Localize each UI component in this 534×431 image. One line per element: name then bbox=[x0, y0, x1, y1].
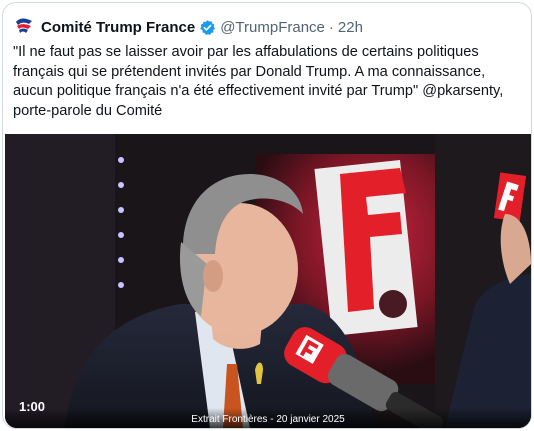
avatar-flag-icon[interactable] bbox=[13, 16, 35, 38]
video-duration: 1:00 bbox=[19, 399, 46, 414]
verified-badge-icon bbox=[199, 19, 216, 36]
video-player[interactable]: Extrait Frontières - 20 janvier 2025 1:0… bbox=[5, 134, 531, 428]
video-frame bbox=[5, 134, 531, 428]
author-handle[interactable]: @TrumpFrance bbox=[220, 19, 325, 36]
tweet-timestamp[interactable]: 22h bbox=[338, 19, 363, 36]
author-name[interactable]: Comité Trump France bbox=[41, 19, 195, 36]
separator-dot: · bbox=[328, 18, 334, 36]
tweet-text: "Il ne faut pas se laisser avoir par les… bbox=[13, 44, 504, 119]
tweet-card[interactable]: Comité Trump France @TrumpFrance · 22h "… bbox=[2, 2, 532, 429]
video-caption: Extrait Frontières - 20 janvier 2025 bbox=[191, 414, 345, 425]
tweet-header: Comité Trump France @TrumpFrance · 22h bbox=[13, 15, 363, 39]
